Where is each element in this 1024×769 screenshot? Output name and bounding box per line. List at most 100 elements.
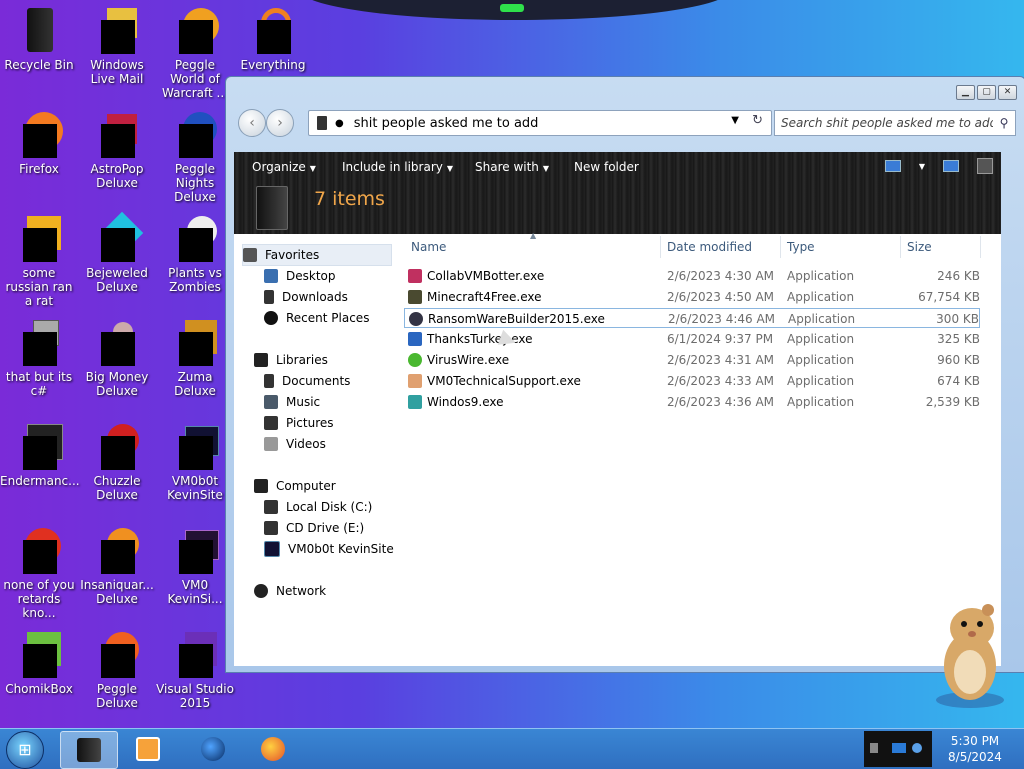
minimize-button[interactable]: ▁ <box>956 85 975 100</box>
nav-kevinsite[interactable]: VM0b0t KevinSite <box>264 539 394 559</box>
desktop-icon-vm0-kevinsite[interactable]: VM0 KevinSi... <box>156 526 234 606</box>
nav-libraries[interactable]: Libraries <box>254 350 328 370</box>
desktop-icon-windows-live-mail[interactable]: Windows Live Mail <box>78 6 156 86</box>
change-view-icon[interactable] <box>884 160 901 172</box>
taskbar-media-player[interactable] <box>120 731 176 767</box>
desktop-icon-plants-vs-zombies[interactable]: Plants vs Zombies <box>156 214 234 294</box>
volume-tray-icon[interactable] <box>912 743 922 753</box>
shortcut-icon <box>15 318 63 366</box>
wallpaper-top-arc <box>300 0 730 20</box>
nav-documents[interactable]: Documents <box>264 371 350 391</box>
network-tray-icon[interactable] <box>892 743 906 753</box>
search-icon[interactable]: ⚲ <box>993 116 1015 130</box>
column-divider[interactable] <box>980 236 981 258</box>
taskbar-firefox[interactable] <box>245 731 301 767</box>
taskbar-globe-app[interactable] <box>185 731 241 767</box>
new-folder-button[interactable]: New folder <box>574 159 639 175</box>
firefox-icon <box>261 737 285 761</box>
maximize-button[interactable]: ▢ <box>977 85 996 100</box>
file-row[interactable]: VM0TechnicalSupport.exe 2/6/2023 4:33 AM… <box>404 371 980 391</box>
column-size[interactable]: Size <box>907 240 932 254</box>
game-icon <box>93 211 144 262</box>
chevron-down-icon: ▼ <box>309 164 316 173</box>
desktop-icon-insaniquarium[interactable]: Insaniquar... Deluxe <box>78 526 156 606</box>
forward-arrow-icon: › <box>277 115 283 131</box>
nav-videos[interactable]: Videos <box>264 434 326 454</box>
desktop-icon-chomikbox[interactable]: ChomikBox <box>0 630 78 696</box>
taskbar-explorer[interactable] <box>60 731 118 769</box>
nav-recent-places[interactable]: Recent Places <box>264 308 369 328</box>
close-button[interactable]: ✕ <box>998 85 1017 100</box>
desktop-icon-that-but-csharp[interactable]: that but its c# <box>0 318 78 398</box>
column-type[interactable]: Type <box>787 240 815 254</box>
preview-pane-icon[interactable] <box>943 160 959 172</box>
file-date: 6/1/2024 9:37 PM <box>667 332 774 346</box>
share-with-button[interactable]: Share with ▼ <box>475 159 549 175</box>
desktop-icon-everything[interactable]: Everything <box>234 6 312 72</box>
nav-label: Pictures <box>286 416 334 430</box>
chevron-down-icon[interactable]: ▼ <box>919 162 925 171</box>
column-divider[interactable] <box>900 236 901 258</box>
exe-icon <box>408 395 422 409</box>
tray-arrow-icon[interactable] <box>870 743 878 753</box>
organize-button[interactable]: Organize ▼ <box>252 159 316 175</box>
desktop-icon-vm0b0t-kevinsite[interactable]: VM0b0t KevinSite <box>156 422 234 502</box>
column-name[interactable]: Name <box>411 240 446 254</box>
forward-button[interactable]: › <box>266 109 294 137</box>
file-row-selected[interactable]: RansomWareBuilder2015.exe 2/6/2023 4:46 … <box>404 308 980 328</box>
desktop-icon-big-money[interactable]: Big Money Deluxe <box>78 318 156 398</box>
address-bar[interactable]: ● shit people asked me to add ▼ ↻ <box>308 110 772 136</box>
file-row[interactable]: ThanksTurkey.exe 6/1/2024 9:37 PM Applic… <box>404 329 980 349</box>
nav-computer[interactable]: Computer <box>254 476 336 496</box>
nav-desktop[interactable]: Desktop <box>264 266 336 286</box>
column-divider[interactable] <box>660 236 661 258</box>
start-button[interactable]: ⊞ <box>6 731 44 769</box>
system-tray <box>864 731 932 767</box>
system-clock[interactable]: 5:30 PM 8/5/2024 <box>940 733 1010 765</box>
desktop-icon-peggle-wow[interactable]: Peggle World of Warcraft ... <box>156 6 234 100</box>
file-row[interactable]: Windos9.exe 2/6/2023 4:36 AM Application… <box>404 392 980 412</box>
globe-icon <box>201 737 225 761</box>
nav-network[interactable]: Network <box>254 581 326 601</box>
nav-pictures[interactable]: Pictures <box>264 413 334 433</box>
desktop-icon-chuzzle[interactable]: Chuzzle Deluxe <box>78 422 156 502</box>
desktop-icon-astropop[interactable]: AstroPop Deluxe <box>78 110 156 190</box>
search-box[interactable]: Search shit people asked me to add ⚲ <box>774 110 1016 136</box>
column-date-modified[interactable]: Date modified <box>667 240 752 254</box>
desktop-icon-zuma[interactable]: Zuma Deluxe <box>156 318 234 398</box>
file-row[interactable]: CollabVMBotter.exe 2/6/2023 4:30 AM Appl… <box>404 266 980 286</box>
nav-local-disk[interactable]: Local Disk (C:) <box>264 497 372 517</box>
desktop-icon-none-of-you[interactable]: none of you retards kno... <box>0 526 78 620</box>
address-dropdown-icon[interactable]: ▼ <box>731 115 739 126</box>
desktop-icon-firefox[interactable]: Firefox <box>0 110 78 176</box>
window-controls: ▁ ▢ ✕ <box>956 85 1017 100</box>
file-row[interactable]: VirusWire.exe 2/6/2023 4:31 AM Applicati… <box>404 350 980 370</box>
nav-music[interactable]: Music <box>264 392 320 412</box>
cd-drive-icon <box>264 521 278 535</box>
explorer-window[interactable]: ▁ ▢ ✕ ‹ › ● shit people asked me to add … <box>225 76 1024 673</box>
file-size: 960 KB <box>937 353 980 367</box>
refresh-icon[interactable]: ↻ <box>752 113 763 128</box>
include-in-library-button[interactable]: Include in library ▼ <box>342 159 453 175</box>
nav-label: Computer <box>276 479 336 493</box>
help-icon[interactable] <box>977 158 993 174</box>
nav-downloads[interactable]: Downloads <box>264 287 348 307</box>
desktop-icon-visual-studio[interactable]: Visual Studio 2015 <box>156 630 234 710</box>
file-row[interactable]: Minecraft4Free.exe 2/6/2023 4:50 AM Appl… <box>404 287 980 307</box>
app-icon <box>15 214 63 262</box>
back-button[interactable]: ‹ <box>238 109 266 137</box>
desktop-icon-endermanch[interactable]: Endermanc... <box>0 422 80 488</box>
game-icon <box>171 6 219 54</box>
chevron-down-icon: ▼ <box>446 164 454 173</box>
desktop-icon-recycle-bin[interactable]: Recycle Bin <box>0 6 78 72</box>
desktop-icon-peggle-nights[interactable]: Peggle Nights Deluxe <box>156 110 234 204</box>
nav-cd-drive[interactable]: CD Drive (E:) <box>264 518 364 538</box>
desktop-icon-peggle-deluxe[interactable]: Peggle Deluxe <box>78 630 156 710</box>
desktop-icon-bejeweled[interactable]: Bejeweled Deluxe <box>78 211 156 294</box>
column-divider[interactable] <box>780 236 781 258</box>
nav-favorites[interactable]: Favorites <box>242 244 392 266</box>
organize-label: Organize <box>252 160 306 174</box>
back-arrow-icon: ‹ <box>249 115 255 131</box>
game-icon <box>93 630 141 678</box>
desktop-icon-russian-rat[interactable]: some russian ran a rat <box>0 214 78 308</box>
